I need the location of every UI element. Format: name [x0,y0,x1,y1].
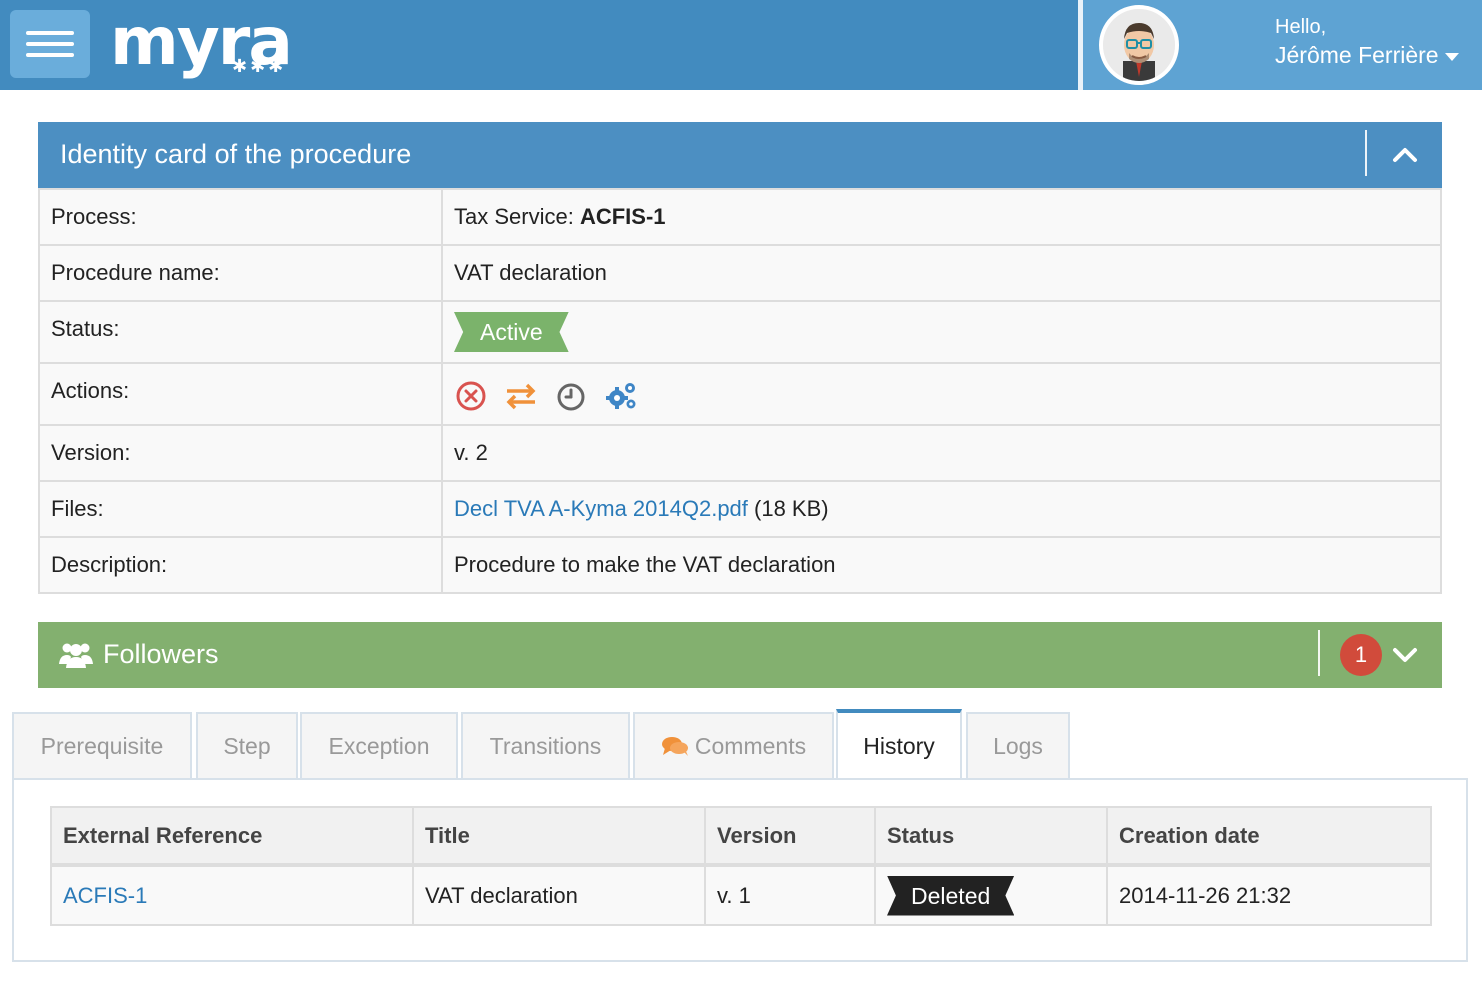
title-cell: VAT declaration [412,864,706,926]
table-row: Description: Procedure to make the VAT d… [38,536,1442,594]
followers-title: Followers [103,639,219,669]
status-cell: Active [441,300,1442,364]
column-header[interactable]: Status [874,806,1108,867]
status-label: Status: [38,300,443,364]
user-name-dropdown[interactable]: Jérôme Ferrière [1275,42,1459,69]
tab-exception[interactable]: Exception [300,712,458,779]
table-row: Procedure name: VAT declaration [38,244,1442,302]
column-header[interactable]: Version [704,806,876,867]
file-link[interactable]: Decl TVA A-Kyma 2014Q2.pdf [454,496,748,521]
table-row: Actions: [38,362,1442,426]
description-value: Procedure to make the VAT declaration [441,536,1442,594]
avatar-image-icon [1103,9,1175,81]
settings-icon[interactable] [604,379,638,413]
column-header[interactable]: Creation date [1106,806,1432,867]
table-row: Process: Tax Service: ACFIS-1 [38,188,1442,246]
header-divider [1318,630,1320,676]
process-prefix: Tax Service: [454,204,580,229]
header-divider [1365,130,1367,176]
avatar[interactable] [1099,5,1179,85]
actions-label: Actions: [38,362,443,426]
creation-date-cell: 2014-11-26 21:32 [1106,864,1432,926]
process-label: Process: [38,188,443,246]
tab-history[interactable]: History [836,709,962,781]
version-label: Version: [38,424,443,482]
myra-logo[interactable]: myra ✱✱✱ [110,6,310,82]
procedure-name-value: VAT declaration [441,244,1442,302]
users-icon [59,643,93,668]
table-row: ACFIS-1 VAT declaration v. 1 Deleted 201… [50,864,1432,926]
tab-comments[interactable]: Comments [633,712,834,779]
chevron-down-icon[interactable] [1390,640,1420,670]
transfer-icon[interactable] [504,379,538,413]
followers-header[interactable]: Followers 1 [38,622,1442,688]
external-reference-cell: ACFIS-1 [50,864,414,926]
table-row: Files: Decl TVA A-Kyma 2014Q2.pdf (18 KB… [38,480,1442,538]
user-menu[interactable]: Hello, Jérôme Ferrière [1083,0,1482,90]
user-name: Jérôme Ferrière [1275,42,1439,68]
followers-count-badge: 1 [1340,634,1382,676]
table-row: Version: v. 2 [38,424,1442,482]
menu-bar-icon [26,42,74,46]
column-header[interactable]: External Reference [50,806,414,867]
tab-logs[interactable]: Logs [966,712,1070,779]
comments-icon [661,736,688,756]
process-value: Tax Service: ACFIS-1 [441,188,1442,246]
column-header[interactable]: Title [412,806,706,867]
tab-comments-label: Comments [694,733,807,759]
tab-prerequisite[interactable]: Prerequisite [12,712,192,779]
identity-card-header: Identity card of the procedure [38,122,1442,188]
top-navbar: myra ✱✱✱ Hello, Jérôme Ferrière [0,0,1482,90]
actions-cell [441,362,1442,426]
status-cell: Deleted [874,864,1108,926]
description-label: Description: [38,536,443,594]
identity-card-title: Identity card of the procedure [60,139,412,169]
hamburger-menu-button[interactable] [10,10,90,78]
chevron-up-icon[interactable] [1390,140,1420,170]
version-cell: v. 1 [704,864,876,926]
menu-bar-icon [26,53,74,57]
table-row: Status: Active [38,300,1442,364]
tab-step[interactable]: Step [196,712,298,779]
file-size: (18 KB) [747,496,829,521]
procedure-name-label: Procedure name: [38,244,443,302]
identity-card-table: Process: Tax Service: ACFIS-1 Procedure … [38,188,1442,594]
history-table: External Reference Title Version Status … [50,806,1432,926]
version-value: v. 2 [441,424,1442,482]
menu-bar-icon [26,31,74,35]
files-value: Decl TVA A-Kyma 2014Q2.pdf (18 KB) [441,480,1442,538]
files-label: Files: [38,480,443,538]
caret-down-icon [1444,52,1459,61]
greeting: Hello, [1275,16,1327,38]
process-code: ACFIS-1 [579,204,666,229]
logo-ants-icon: ✱✱✱ [232,56,287,76]
external-reference-link[interactable]: ACFIS-1 [63,883,147,908]
status-badge: Active [454,312,569,352]
history-tab-panel: External Reference Title Version Status … [12,778,1468,962]
status-badge: Deleted [887,875,1015,916]
table-header-row: External Reference Title Version Status … [50,806,1432,867]
tab-transitions[interactable]: Transitions [461,712,630,779]
clock-icon[interactable] [554,379,588,413]
procedure-tabs: Prerequisite Step Exception Transitions … [12,709,1468,781]
cancel-icon[interactable] [454,379,488,413]
